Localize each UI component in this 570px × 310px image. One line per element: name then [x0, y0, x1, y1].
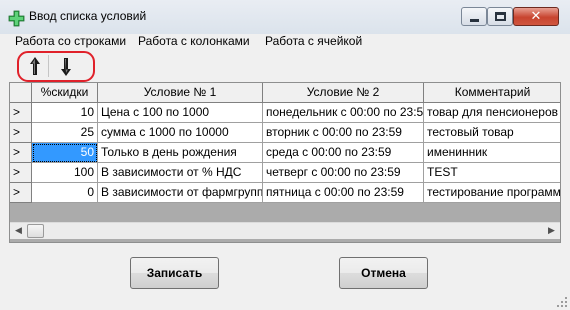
resize-grip-icon[interactable] — [556, 296, 568, 308]
cell-comment[interactable]: товар для пенсионеров — [424, 103, 560, 123]
arrow-down-icon — [61, 58, 71, 76]
move-down-button[interactable] — [53, 54, 79, 79]
conditions-window: Ввод списка условий ✕ Работа со строками… — [0, 0, 570, 310]
close-icon: ✕ — [530, 9, 542, 24]
cell-condition-2[interactable]: вторник с 00:00 по 23:59 — [263, 123, 424, 143]
minimize-icon — [470, 19, 479, 22]
window-title: Ввод списка условий — [29, 9, 147, 23]
arrow-up-icon — [30, 57, 40, 75]
toolbar — [8, 50, 561, 82]
conditions-grid[interactable]: %скидки Условие № 1 Условие № 2 Коммента… — [9, 82, 561, 243]
header-discount[interactable]: %скидки — [32, 83, 98, 103]
header-condition-2[interactable]: Условие № 2 — [263, 83, 424, 103]
row-indicator[interactable]: > — [10, 143, 32, 163]
row-indicator[interactable]: > — [10, 163, 32, 183]
header-condition-1[interactable]: Условие № 1 — [98, 83, 263, 103]
cell-condition-2[interactable]: среда с 00:00 по 23:59 — [263, 143, 424, 163]
cell-condition-1[interactable]: Только в день рождения — [98, 143, 263, 163]
row-indicator[interactable]: > — [10, 123, 32, 143]
menu-columns[interactable]: Работа с колонками — [138, 34, 250, 48]
title-bar[interactable]: Ввод списка условий ✕ — [0, 0, 570, 34]
menu-bar: Работа со строками Работа с колонками Ра… — [8, 32, 561, 50]
cell-discount[interactable]: 10 — [32, 103, 98, 123]
scroll-right-icon[interactable]: ▶ — [543, 223, 560, 239]
cell-comment[interactable]: тестовый товар — [424, 123, 560, 143]
cell-discount[interactable]: 0 — [32, 183, 98, 203]
scroll-thumb[interactable] — [27, 224, 44, 238]
cell-condition-1[interactable]: Цена с 100 по 1000 — [98, 103, 263, 123]
menu-rows[interactable]: Работа со строками — [15, 34, 126, 48]
row-indicator[interactable]: > — [10, 103, 32, 123]
menu-cell[interactable]: Работа с ячейкой — [265, 34, 362, 48]
header-corner — [10, 83, 32, 103]
cell-discount[interactable]: 100 — [32, 163, 98, 183]
cell-comment[interactable]: TEST — [424, 163, 560, 183]
cell-condition-2[interactable]: понедельник с 00:00 по 23:59 — [263, 103, 424, 123]
scroll-left-icon[interactable]: ◀ — [10, 223, 27, 239]
cancel-button[interactable]: Отмена — [339, 257, 428, 289]
save-button[interactable]: Записать — [130, 257, 219, 289]
cell-discount[interactable]: 25 — [32, 123, 98, 143]
toolbar-separator — [48, 55, 49, 77]
maximize-button[interactable] — [487, 7, 513, 26]
row-indicator[interactable]: > — [10, 183, 32, 203]
header-comment[interactable]: Комментарий — [424, 83, 560, 103]
cell-condition-1[interactable]: В зависимости от фармгруппы — [98, 183, 263, 203]
move-up-button[interactable] — [22, 54, 48, 79]
close-button[interactable]: ✕ — [513, 7, 559, 26]
cell-discount-selected[interactable]: 50 — [32, 143, 98, 163]
cell-condition-2[interactable]: пятница с 00:00 по 23:59 — [263, 183, 424, 203]
app-cross-icon — [8, 10, 25, 27]
cell-condition-1[interactable]: сумма с 1000 по 10000 — [98, 123, 263, 143]
maximize-icon — [495, 12, 506, 21]
horizontal-scrollbar[interactable]: ◀ ▶ — [10, 222, 560, 239]
cell-condition-1[interactable]: В зависимости от % НДС — [98, 163, 263, 183]
cell-comment[interactable]: тестирование программы — [424, 183, 560, 203]
cell-condition-2[interactable]: четверг с 00:00 по 23:59 — [263, 163, 424, 183]
minimize-button[interactable] — [461, 7, 487, 26]
cell-comment[interactable]: именинник — [424, 143, 560, 163]
